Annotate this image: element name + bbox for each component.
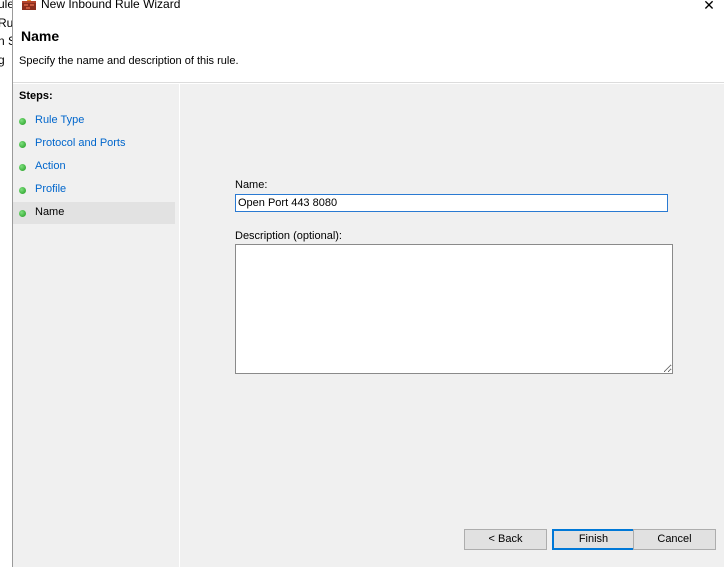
finish-button[interactable]: Finish [552,529,635,550]
description-textarea[interactable] [235,244,673,374]
background-text: g [0,53,5,67]
content-panel: Name: Description (optional): < Back Fin… [180,84,724,567]
status-dot-icon [19,187,26,194]
wizard-header: Name Specify the name and description of… [13,14,724,83]
status-dot-icon [19,141,26,148]
step-name[interactable]: Name [13,202,175,224]
wizard-dialog: New Inbound Rule Wizard ✕ Name Specify t… [12,0,724,567]
step-action[interactable]: Action [13,156,175,178]
step-protocol-and-ports[interactable]: Protocol and Ports [13,133,175,155]
back-button[interactable]: < Back [464,529,547,550]
step-label: Name [35,206,65,218]
close-button[interactable]: ✕ [699,0,719,14]
description-label: Description (optional): [235,230,342,242]
firewall-icon [21,0,37,11]
status-dot-icon [19,118,26,125]
name-input[interactable] [235,194,668,212]
step-label: Profile [35,183,67,195]
page-description: Specify the name and description of this… [19,55,239,67]
steps-heading: Steps: [19,90,53,102]
name-label: Name: [235,179,268,191]
status-dot-icon [19,164,26,171]
status-dot-icon [19,210,26,217]
title-bar: New Inbound Rule Wizard ✕ [13,0,724,14]
steps-panel: Steps: Rule Type Protocol and Ports Acti… [13,84,179,567]
step-label: Rule Type [35,114,85,126]
step-rule-type[interactable]: Rule Type [13,110,175,132]
step-label: Protocol and Ports [35,137,126,149]
cancel-button[interactable]: Cancel [633,529,716,550]
page-title: Name [21,28,60,44]
step-profile[interactable]: Profile [13,179,175,201]
window-title: New Inbound Rule Wizard [41,0,181,11]
step-label: Action [35,160,66,172]
